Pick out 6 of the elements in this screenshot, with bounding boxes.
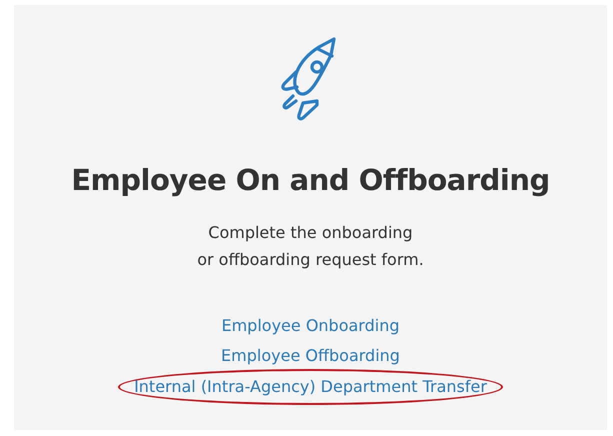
form-link[interactable]: Employee Onboarding [221, 311, 400, 341]
description-text: Complete the onboarding [208, 222, 413, 244]
form-link[interactable]: Internal (Intra-Agency) Department Transfer [134, 377, 487, 396]
form-link[interactable]: Employee Offboarding [221, 341, 400, 371]
card-title: Employee On and Offboarding [71, 163, 550, 197]
description-text: or offboarding request form. [197, 249, 424, 271]
